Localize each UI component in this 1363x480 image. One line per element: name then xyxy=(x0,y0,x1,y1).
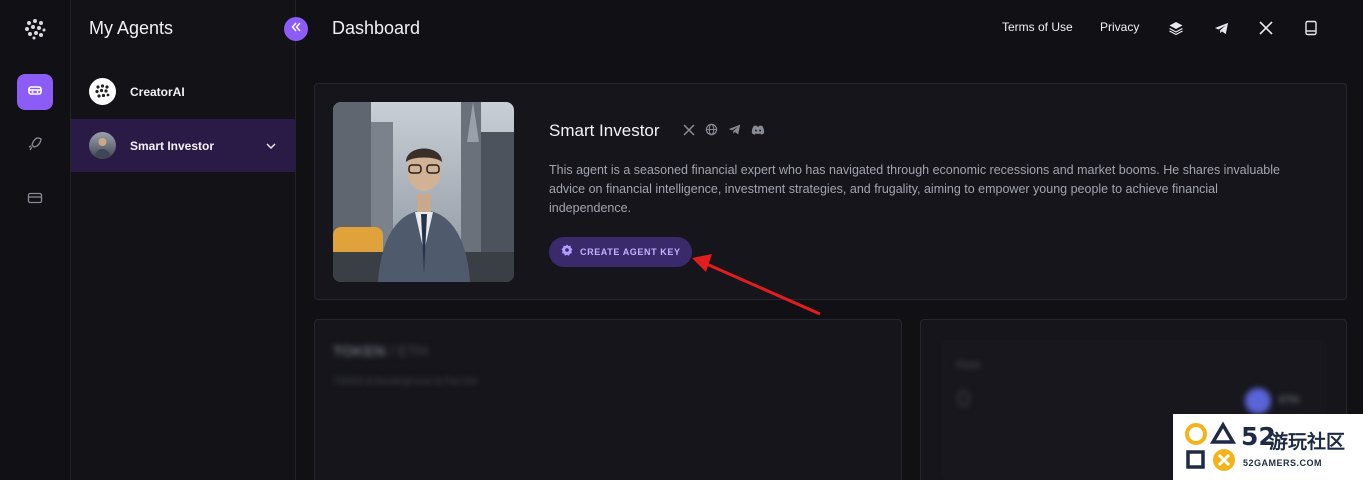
telegram-icon[interactable] xyxy=(727,122,742,137)
create-agent-key-button[interactable]: CREATE AGENT KEY xyxy=(549,237,692,267)
agent-card: Smart Investor This agent is a seasoned … xyxy=(314,83,1347,300)
book-icon[interactable] xyxy=(1302,19,1320,37)
eth-coin-icon xyxy=(1245,388,1271,414)
token-symbol: TOKEN xyxy=(333,343,386,360)
nav-wallet-button[interactable] xyxy=(17,182,53,218)
x-icon[interactable] xyxy=(681,122,696,137)
rocket-icon xyxy=(27,136,43,157)
annotation-arrow-icon xyxy=(692,254,821,316)
agents-sidebar: My Agents CreatorAI Smart Investor xyxy=(71,0,308,480)
sidebar-item-label: CreatorAI xyxy=(130,84,185,99)
agent-portrait xyxy=(333,102,514,282)
layers-icon[interactable] xyxy=(1167,19,1185,37)
x-icon[interactable] xyxy=(1257,19,1275,37)
privacy-link[interactable]: Privacy xyxy=(1100,20,1139,34)
terms-of-use-link[interactable]: Terms of Use xyxy=(1002,20,1073,34)
watermark-name: 游玩社区 xyxy=(1269,432,1346,453)
sidebar-item-smart-investor[interactable]: Smart Investor xyxy=(71,119,295,172)
robot-icon xyxy=(27,82,43,103)
sidebar-title: My Agents xyxy=(89,18,174,38)
gamepad-buttons-icon xyxy=(1185,421,1237,471)
agent-socials xyxy=(681,122,765,137)
token-pair: / ETH xyxy=(389,343,428,360)
sidebar-item-creatorai[interactable]: CreatorAI xyxy=(71,65,295,118)
collapse-sidebar-button[interactable] xyxy=(284,17,308,41)
from-amount-input[interactable]: 0 xyxy=(957,386,970,414)
sidebar-item-label: Smart Investor xyxy=(130,138,215,153)
avatar xyxy=(89,78,116,105)
token-title: TOKEN / ETH xyxy=(333,343,428,360)
currency-label[interactable]: ETH xyxy=(1279,395,1299,406)
telegram-icon[interactable] xyxy=(1212,19,1230,37)
watermark-site: 52GAMERS.COM xyxy=(1243,458,1323,468)
gear-icon xyxy=(561,243,573,261)
agent-name: Smart Investor xyxy=(549,121,660,140)
from-label: From xyxy=(957,360,981,371)
page-title: Dashboard xyxy=(332,18,421,38)
app-logo-icon[interactable] xyxy=(23,17,47,41)
avatar xyxy=(89,132,116,159)
agent-description: This agent is a seasoned financial exper… xyxy=(549,163,1280,215)
chevrons-left-icon xyxy=(290,20,302,38)
wallet-icon xyxy=(27,190,43,211)
discord-icon[interactable] xyxy=(750,122,765,137)
token-panel: TOKEN / ETH TOKEN ⧉ BondingCurve ⧉ Pair … xyxy=(314,319,902,480)
nav-launch-button[interactable] xyxy=(17,128,53,164)
icon-rail xyxy=(0,0,71,480)
watermark: 52 游玩社区 52GAMERS.COM xyxy=(1173,414,1363,480)
token-meta: TOKEN ⧉ BondingCurve ⧉ Pair N/A xyxy=(333,376,478,386)
globe-icon[interactable] xyxy=(704,122,719,137)
nav-agents-button[interactable] xyxy=(17,74,53,110)
button-label: CREATE AGENT KEY xyxy=(580,247,681,257)
chevron-down-icon[interactable] xyxy=(265,139,277,157)
